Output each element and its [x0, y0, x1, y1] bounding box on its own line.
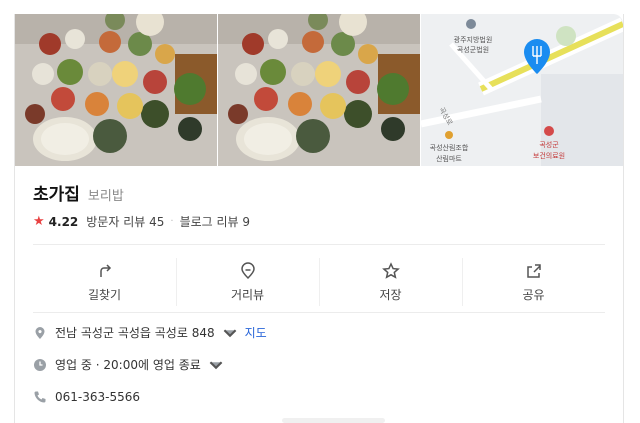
location-pin-icon: [35, 326, 45, 339]
place-category: 보리밥: [87, 189, 124, 204]
food-photo-2[interactable]: [218, 14, 420, 166]
food-image: [218, 14, 420, 166]
streetview-icon: [240, 261, 255, 279]
chevron-down-icon[interactable]: [223, 326, 237, 340]
share-icon: [526, 263, 541, 278]
phone-icon: [34, 391, 46, 403]
directions-button[interactable]: 길찾기: [33, 254, 176, 310]
address-text: 전남 곡성군 곡성읍 곡성로 848: [55, 326, 215, 340]
share-button[interactable]: 공유: [462, 254, 605, 310]
star-icon: ★: [33, 214, 45, 229]
hours-row: 영업 중 · 20:00에 영업 종료: [33, 356, 223, 373]
place-card: 광주지방법원 곡성군법원 곡성로 곡성산림조합 산림마트 곡성군 보건의료원 초…: [14, 14, 624, 423]
hours-text: 영업 중 · 20:00에 영업 종료: [55, 358, 201, 372]
streetview-button[interactable]: 거리뷰: [176, 254, 319, 310]
map-label-court2: 곡성군법원: [457, 45, 489, 54]
chevron-down-icon[interactable]: [209, 358, 223, 372]
food-photo-1[interactable]: [15, 14, 217, 166]
directions-icon: [99, 263, 111, 277]
food-image: [15, 14, 217, 166]
divider: [33, 312, 605, 313]
scroll-handle: [282, 418, 385, 423]
save-button[interactable]: 저장: [319, 254, 462, 310]
share-label: 공유: [522, 287, 545, 302]
separator-dot: ·: [170, 216, 174, 227]
address-row: 전남 곡성군 곡성읍 곡성로 848 지도: [33, 324, 267, 341]
map-label-clinic1: 곡성군: [539, 140, 559, 149]
place-name[interactable]: 초가집: [33, 180, 80, 205]
map-canvas: 광주지방법원 곡성군법원 곡성로 곡성산림조합 산림마트 곡성군 보건의료원: [421, 14, 623, 166]
phone-number[interactable]: 061-363-5566: [55, 390, 140, 404]
phone-row: 061-363-5566: [33, 390, 140, 404]
map-label-coop1: 곡성산림조합: [430, 143, 469, 152]
rating-row: ★ 4.22 방문자 리뷰 45 · 블로그 리뷰 9: [33, 213, 250, 230]
divider: [33, 244, 605, 245]
blog-review-link[interactable]: 블로그 리뷰 9: [180, 213, 250, 230]
map-label-coop2: 산림마트: [436, 154, 462, 163]
star-icon: [381, 261, 400, 279]
location-map[interactable]: 광주지방법원 곡성군법원 곡성로 곡성산림조합 산림마트 곡성군 보건의료원: [421, 14, 623, 166]
map-link[interactable]: 지도: [245, 324, 267, 341]
photo-strip: 광주지방법원 곡성군법원 곡성로 곡성산림조합 산림마트 곡성군 보건의료원: [15, 14, 623, 166]
clock-icon: [34, 358, 46, 371]
action-bar: 길찾기 거리뷰 저장 공유: [33, 254, 605, 310]
save-label: 저장: [379, 287, 402, 302]
map-label-court: 광주지방법원: [454, 35, 493, 44]
map-label-clinic2: 보건의료원: [533, 151, 565, 160]
rating-score: 4.22: [48, 214, 79, 229]
streetview-label: 거리뷰: [230, 287, 265, 302]
visitor-review-link[interactable]: 방문자 리뷰 45: [86, 213, 164, 230]
directions-label: 길찾기: [87, 287, 122, 302]
place-header: 초가집 보리밥: [33, 180, 124, 205]
